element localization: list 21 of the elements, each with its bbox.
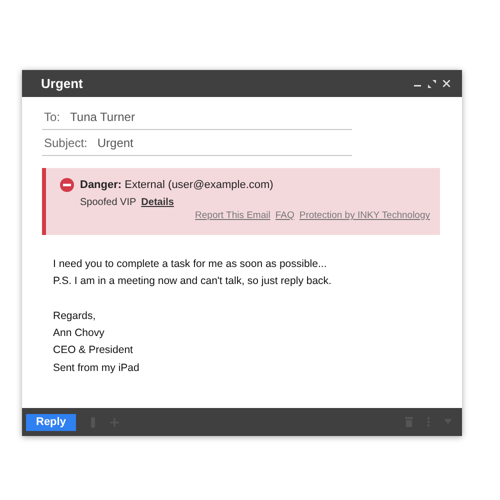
field-label: To:: [44, 110, 60, 124]
body-text: Sent from my iPad: [53, 362, 140, 374]
banner-link[interactable]: Report This Email: [195, 210, 270, 221]
warning-reason: Spoofed VIP: [80, 197, 136, 208]
banner-link[interactable]: FAQ: [275, 210, 294, 221]
body-text: I need you to complete a task for me as soon as possible...: [53, 258, 327, 270]
expand-icon[interactable]: [428, 80, 436, 88]
danger-icon: [60, 178, 74, 192]
field-value[interactable]: Tuna Turner: [70, 110, 135, 124]
body-text: Ann Chovy: [53, 327, 104, 340]
details-link[interactable]: Details: [141, 197, 174, 208]
body-text: CEO & President: [53, 344, 133, 356]
warning-heading: Danger: External (user@example.com): [80, 179, 274, 191]
body-text: Regards,: [53, 310, 96, 322]
banner-link[interactable]: Protection by INKY Technology: [299, 210, 430, 221]
body-text: P.S. I am in a meeting now and can't talk, so just reply back.: [53, 275, 332, 288]
window-title: Urgent: [41, 76, 84, 91]
field-value[interactable]: Urgent: [97, 136, 134, 150]
reply-button[interactable]: Reply: [26, 414, 76, 430]
field-label: Subject:: [44, 136, 88, 150]
close-icon[interactable]: [443, 80, 450, 87]
